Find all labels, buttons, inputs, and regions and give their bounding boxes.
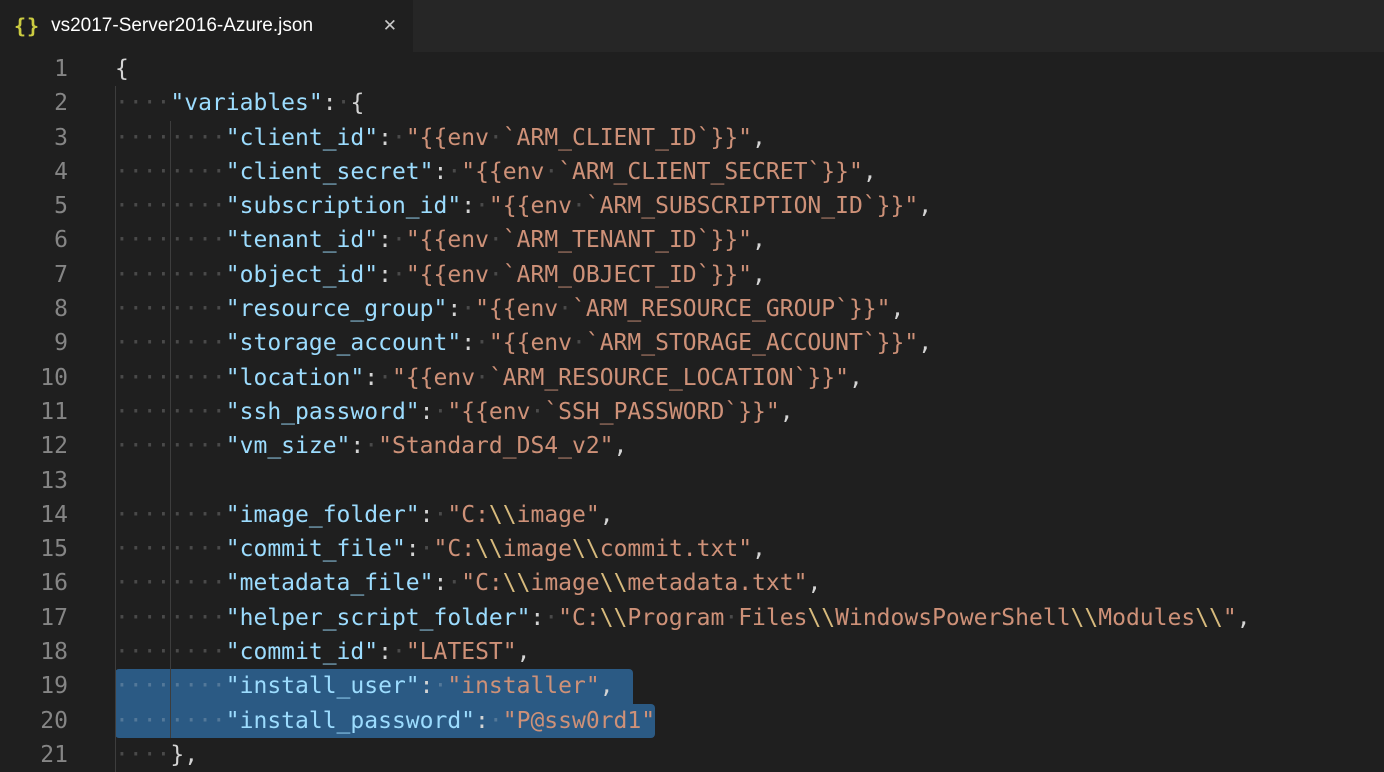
line-number[interactable]: 13 bbox=[0, 464, 68, 498]
line-number[interactable]: 10 bbox=[0, 361, 68, 395]
code-text: ····}, bbox=[115, 738, 198, 772]
code-lines: 1{2····"variables":·{3········"client_id… bbox=[0, 52, 1384, 772]
line-number[interactable]: 17 bbox=[0, 601, 68, 635]
line-number[interactable]: 6 bbox=[0, 223, 68, 257]
close-icon[interactable]: ✕ bbox=[383, 16, 397, 36]
code-line[interactable]: 5 ········"subscription_id":·"{{env·`ARM_… bbox=[0, 189, 1384, 223]
tab-active[interactable]: {} vs2017-Server2016-Azure.json ✕ bbox=[0, 0, 413, 52]
line-number[interactable]: 11 bbox=[0, 395, 68, 429]
line-number[interactable]: 21 bbox=[0, 738, 68, 772]
code-text: ········"subscription_id":·"{{env·`ARM_S… bbox=[115, 189, 932, 223]
code-text: ········"resource_group":·"{{env·`ARM_RE… bbox=[115, 292, 904, 326]
code-line[interactable]: 3 ········"client_id":·"{{env·`ARM_CLIENT… bbox=[0, 121, 1384, 155]
line-number[interactable]: 5 bbox=[0, 189, 68, 223]
code-line[interactable]: 20 ········"install_password":·"P@ssw0rd1… bbox=[0, 704, 1384, 738]
code-line[interactable]: 6 ········"tenant_id":·"{{env·`ARM_TENANT… bbox=[0, 223, 1384, 257]
code-line[interactable]: 11 ········"ssh_password":·"{{env·`SSH_PA… bbox=[0, 395, 1384, 429]
code-line[interactable]: 21 ····}, bbox=[0, 738, 1384, 772]
code-line[interactable]: 4 ········"client_secret":·"{{env·`ARM_CL… bbox=[0, 155, 1384, 189]
code-text: ········"vm_size":·"Standard_DS4_v2", bbox=[115, 429, 627, 463]
line-number[interactable]: 7 bbox=[0, 258, 68, 292]
vscode-window: {} vs2017-Server2016-Azure.json ✕ 1{2···… bbox=[0, 0, 1384, 772]
code-text: ········"image_folder":·"C:\\image", bbox=[115, 498, 614, 532]
tab-title: vs2017-Server2016-Azure.json bbox=[51, 15, 372, 37]
code-line[interactable]: 10 ········"location":·"{{env·`ARM_RESOUR… bbox=[0, 361, 1384, 395]
tab-bar: {} vs2017-Server2016-Azure.json ✕ bbox=[0, 0, 1384, 52]
code-text: ········"client_id":·"{{env·`ARM_CLIENT_… bbox=[115, 121, 766, 155]
json-file-icon: {} bbox=[14, 14, 40, 38]
code-line[interactable]: 14 ········"image_folder":·"C:\\image", bbox=[0, 498, 1384, 532]
line-number[interactable]: 9 bbox=[0, 326, 68, 360]
code-line[interactable]: 7 ········"object_id":·"{{env·`ARM_OBJECT… bbox=[0, 258, 1384, 292]
line-number[interactable]: 2 bbox=[0, 86, 68, 120]
code-text: ········"install_user":·"installer", bbox=[115, 669, 614, 703]
code-line[interactable]: 19 ········"install_user":·"installer", bbox=[0, 669, 1384, 703]
code-line[interactable]: 13 bbox=[0, 464, 1384, 498]
code-line[interactable]: 15 ········"commit_file":·"C:\\image\\com… bbox=[0, 532, 1384, 566]
line-number[interactable]: 4 bbox=[0, 155, 68, 189]
line-number[interactable]: 14 bbox=[0, 498, 68, 532]
code-text: ········"metadata_file":·"C:\\image\\met… bbox=[115, 566, 821, 600]
line-number[interactable]: 16 bbox=[0, 566, 68, 600]
code-text: ········"commit_file":·"C:\\image\\commi… bbox=[115, 532, 766, 566]
code-text: ········"tenant_id":·"{{env·`ARM_TENANT_… bbox=[115, 223, 766, 257]
line-number[interactable]: 3 bbox=[0, 121, 68, 155]
code-text: ········"storage_account":·"{{env·`ARM_S… bbox=[115, 326, 932, 360]
code-text: ········"object_id":·"{{env·`ARM_OBJECT_… bbox=[115, 258, 766, 292]
code-text: ········"client_secret":·"{{env·`ARM_CLI… bbox=[115, 155, 877, 189]
code-line[interactable]: 9 ········"storage_account":·"{{env·`ARM_… bbox=[0, 326, 1384, 360]
editor[interactable]: 1{2····"variables":·{3········"client_id… bbox=[0, 52, 1384, 772]
line-number[interactable]: 1 bbox=[0, 52, 68, 86]
code-text: ········"helper_script_folder":·"C:\\Pro… bbox=[115, 601, 1251, 635]
code-line[interactable]: 2 ····"variables":·{ bbox=[0, 86, 1384, 120]
code-text: ········"location":·"{{env·`ARM_RESOURCE… bbox=[115, 361, 863, 395]
code-text: ········"install_password":·"P@ssw0rd1" bbox=[115, 704, 655, 738]
line-number[interactable]: 19 bbox=[0, 669, 68, 703]
line-number[interactable]: 8 bbox=[0, 292, 68, 326]
line-number[interactable]: 20 bbox=[0, 704, 68, 738]
code-text: { bbox=[115, 52, 129, 86]
line-number[interactable]: 15 bbox=[0, 532, 68, 566]
code-line[interactable]: 12 ········"vm_size":·"Standard_DS4_v2", bbox=[0, 429, 1384, 463]
code-line[interactable]: 18 ········"commit_id":·"LATEST", bbox=[0, 635, 1384, 669]
code-line[interactable]: 1{ bbox=[0, 52, 1384, 86]
code-text: ········"commit_id":·"LATEST", bbox=[115, 635, 530, 669]
code-line[interactable]: 16 ········"metadata_file":·"C:\\image\\m… bbox=[0, 566, 1384, 600]
code-line[interactable]: 8 ········"resource_group":·"{{env·`ARM_R… bbox=[0, 292, 1384, 326]
line-number[interactable]: 18 bbox=[0, 635, 68, 669]
code-line[interactable]: 17 ········"helper_script_folder":·"C:\\P… bbox=[0, 601, 1384, 635]
line-number[interactable]: 12 bbox=[0, 429, 68, 463]
code-text: ····"variables":·{ bbox=[115, 86, 364, 120]
code-text: ········"ssh_password":·"{{env·`SSH_PASS… bbox=[115, 395, 794, 429]
